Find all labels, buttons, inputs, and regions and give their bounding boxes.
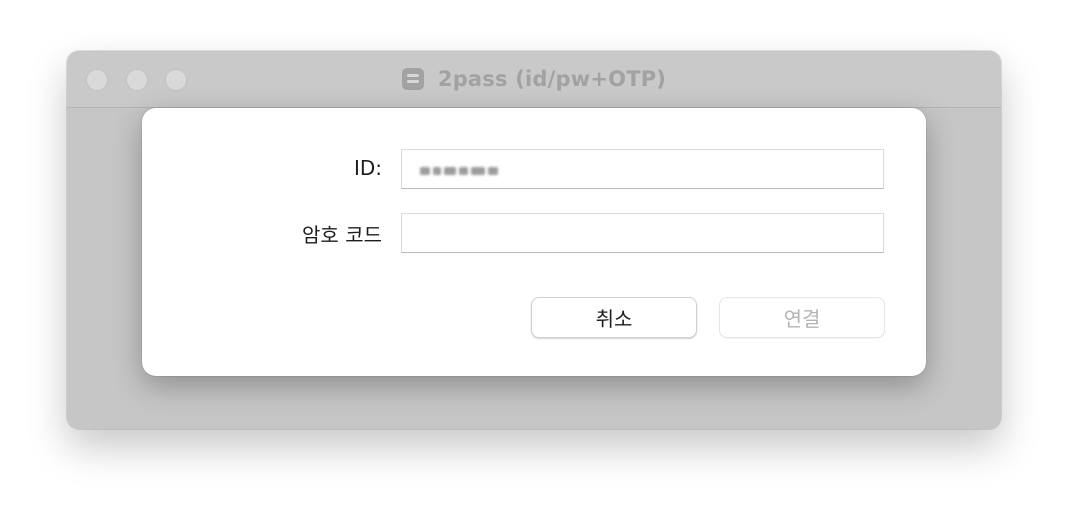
window-title: 2pass (id/pw+OTP)	[437, 67, 667, 91]
cancel-button[interactable]: 취소	[531, 297, 697, 338]
id-field[interactable]	[401, 149, 884, 189]
title-bar: 2pass (id/pw+OTP)	[67, 51, 1001, 108]
code-field[interactable]	[401, 213, 884, 253]
screen: 2pass (id/pw+OTP) ID: 암호 코드 취소 연결	[0, 0, 1068, 512]
connect-button[interactable]: 연결	[719, 297, 885, 338]
window-title-group: 2pass (id/pw+OTP)	[67, 51, 1001, 107]
login-sheet-dialog: ID: 암호 코드 취소 연결	[142, 108, 926, 376]
id-label: ID:	[353, 156, 382, 180]
id-value-redacted	[420, 165, 498, 177]
app-icon	[401, 68, 424, 90]
code-label: 암호 코드	[302, 223, 382, 247]
